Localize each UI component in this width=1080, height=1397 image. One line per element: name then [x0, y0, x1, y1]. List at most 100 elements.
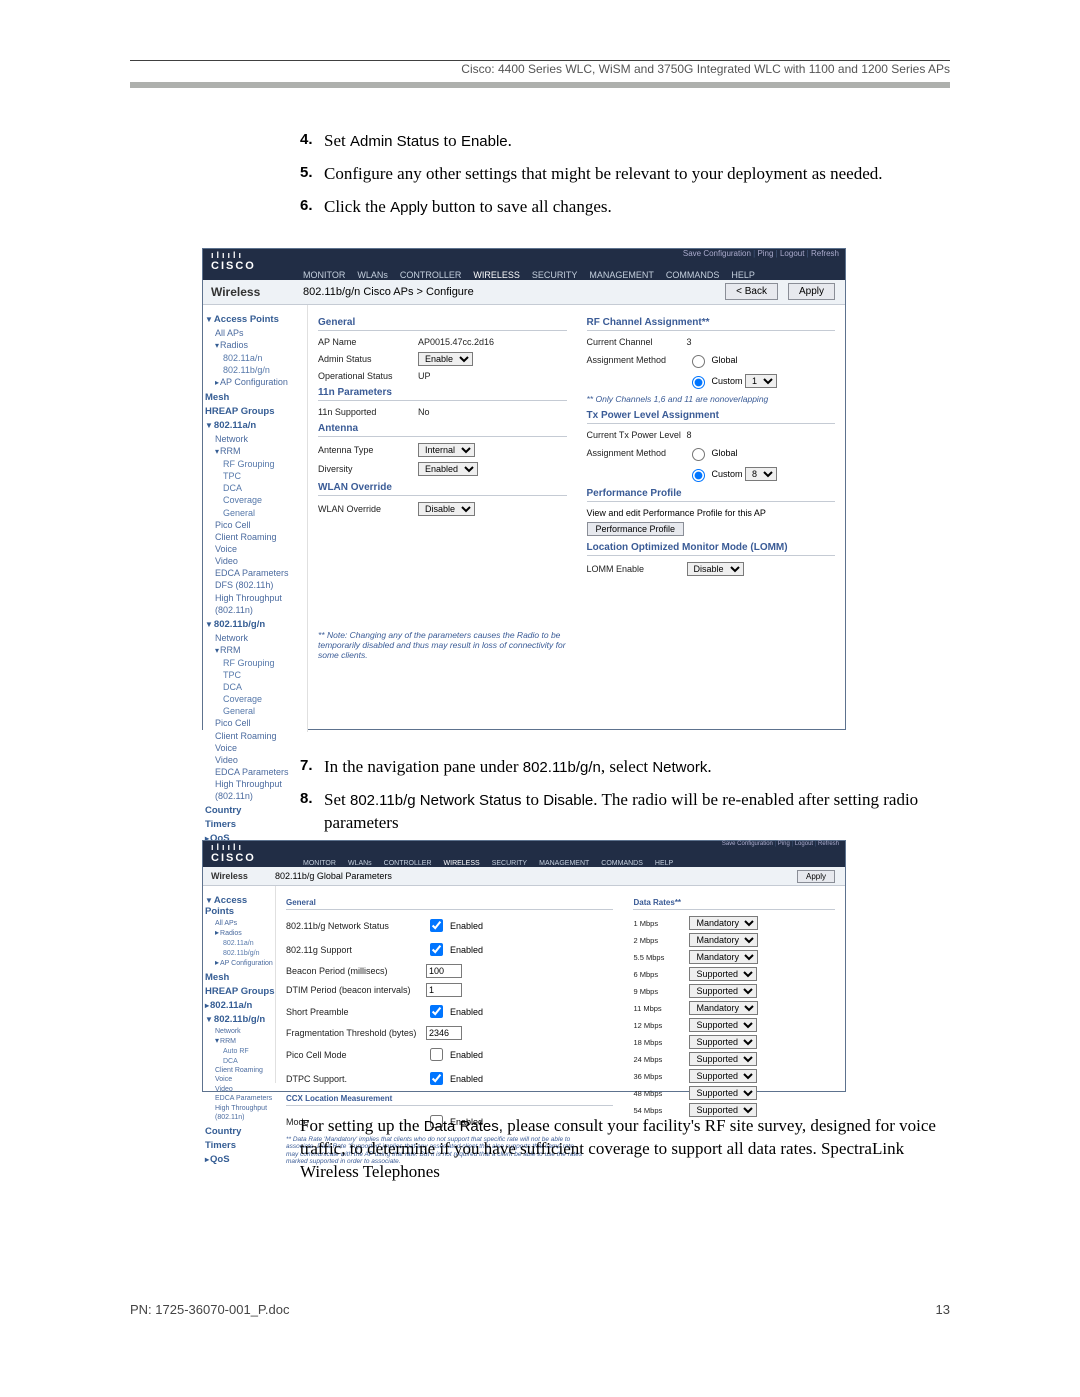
sidebar-radios[interactable]: ▸Radios [215, 928, 275, 939]
sidebar-qos[interactable]: ▸QoS [205, 1154, 275, 1165]
sidebar-tpc2[interactable]: TPC [223, 669, 307, 681]
beacon-input[interactable] [426, 964, 462, 978]
dtpc-checkbox[interactable]: Enabled [426, 1069, 483, 1088]
tx-custom-dropdown[interactable]: 8 [745, 467, 777, 481]
link-saveconfig[interactable]: Save Configuration [722, 841, 773, 847]
shortpre-checkbox[interactable]: Enabled [426, 1002, 483, 1021]
sidebar-access-points[interactable]: ▼Access Points [205, 895, 275, 917]
sidebar-edca[interactable]: EDCA Parameters [215, 567, 307, 579]
menu-management[interactable]: MANAGEMENT [589, 270, 654, 280]
sidebar-general[interactable]: General [223, 507, 307, 519]
menu-monitor[interactable]: MONITOR [303, 860, 336, 867]
menu-controller[interactable]: CONTROLLER [400, 270, 462, 280]
sidebar-network-an[interactable]: Network [215, 433, 307, 445]
sidebar-coverage[interactable]: Coverage [223, 494, 307, 506]
sidebar-voice[interactable]: Voice [215, 543, 307, 555]
apply-button2[interactable]: Apply [797, 870, 835, 883]
sidebar-rrm-an[interactable]: ▾RRM [215, 445, 307, 458]
sidebar-ht[interactable]: High Throughput (802.11n) [215, 592, 307, 616]
sidebar-radios[interactable]: ▾Radios [215, 339, 307, 352]
datarate-dropdown[interactable]: Supported [689, 1086, 757, 1100]
sidebar-clientroaming2[interactable]: Client Roaming [215, 730, 307, 742]
sidebar-rfgrouping2[interactable]: RF Grouping [223, 657, 307, 669]
sidebar-voice[interactable]: Voice [215, 1075, 275, 1084]
sidebar-radio-bgn[interactable]: 802.11b/g/n [223, 364, 307, 376]
gsupport-checkbox[interactable]: Enabled [426, 940, 483, 959]
menu-security[interactable]: SECURITY [492, 860, 527, 867]
sidebar-all-aps[interactable]: All APs [215, 919, 275, 928]
tx-global-radio[interactable]: Global [687, 445, 738, 461]
sidebar-network-bgn[interactable]: Network [215, 1027, 275, 1036]
sidebar-timers[interactable]: Timers [205, 819, 307, 830]
datarate-dropdown[interactable]: Supported [689, 984, 757, 998]
datarate-dropdown[interactable]: Supported [689, 1052, 757, 1066]
apply-button[interactable]: Apply [788, 283, 835, 300]
tx-custom-radio[interactable]: Custom [687, 466, 743, 482]
sidebar-dca2[interactable]: DCA [223, 681, 307, 693]
antennatype-dropdown[interactable]: Internal [418, 443, 475, 457]
diversity-dropdown[interactable]: Enabled [418, 462, 478, 476]
datarate-dropdown[interactable]: Supported [689, 1018, 757, 1032]
sidebar-country[interactable]: Country [205, 805, 307, 816]
menu-wlans[interactable]: WLANs [357, 270, 388, 280]
menu-commands[interactable]: COMMANDS [601, 860, 643, 867]
sidebar-access-points[interactable]: ▼Access Points [205, 314, 307, 325]
sidebar-general2[interactable]: General [223, 705, 307, 717]
link-ping[interactable]: Ping [778, 841, 790, 847]
sidebar-mesh[interactable]: Mesh [205, 392, 307, 403]
sidebar-video2[interactable]: Video [215, 754, 307, 766]
datarate-dropdown[interactable]: Mandatory [689, 1001, 758, 1015]
sidebar-tpc[interactable]: TPC [223, 470, 307, 482]
sidebar-ap-config[interactable]: ▸AP Configuration [215, 376, 307, 389]
link-saveconfig[interactable]: Save Configuration [683, 249, 751, 258]
datarate-dropdown[interactable]: Supported [689, 1069, 757, 1083]
frag-input[interactable] [426, 1026, 462, 1040]
assign-global-radio[interactable]: Global [687, 352, 738, 368]
datarate-dropdown[interactable]: Mandatory [689, 933, 758, 947]
back-button[interactable]: < Back [725, 283, 778, 300]
menu-security[interactable]: SECURITY [532, 270, 578, 280]
sidebar-country[interactable]: Country [205, 1126, 275, 1137]
sidebar-ap-config[interactable]: ▸AP Configuration [215, 958, 275, 969]
sidebar-video[interactable]: Video [215, 555, 307, 567]
menu-wireless[interactable]: WIRELESS [444, 860, 480, 867]
wlanoverride-dropdown[interactable]: Disable [418, 502, 475, 516]
dtim-input[interactable] [426, 983, 462, 997]
sidebar-picocell[interactable]: Pico Cell [215, 519, 307, 531]
sidebar-clientroaming[interactable]: Client Roaming [215, 531, 307, 543]
sidebar-ht[interactable]: High Throughput (802.11n) [215, 1104, 275, 1123]
datarate-dropdown[interactable]: Supported [689, 967, 757, 981]
sidebar-hreap[interactable]: HREAP Groups [205, 406, 307, 417]
sidebar-all-aps[interactable]: All APs [215, 327, 307, 339]
sidebar-rfgrouping[interactable]: RF Grouping [223, 458, 307, 470]
menu-controller[interactable]: CONTROLLER [384, 860, 432, 867]
link-refresh[interactable]: Refresh [818, 841, 839, 847]
menu-wlans[interactable]: WLANs [348, 860, 372, 867]
link-refresh[interactable]: Refresh [811, 249, 839, 258]
link-ping[interactable]: Ping [757, 249, 773, 258]
sidebar-picocell2[interactable]: Pico Cell [215, 717, 307, 729]
sidebar-timers[interactable]: Timers [205, 1140, 275, 1151]
lomm-dropdown[interactable]: Disable [687, 562, 744, 576]
datarate-dropdown[interactable]: Supported [689, 1035, 757, 1049]
sidebar-dca[interactable]: DCA [223, 1057, 275, 1066]
menu-help[interactable]: HELP [731, 270, 755, 280]
sidebar-80211bgn[interactable]: ▼802.11b/g/n [205, 1014, 275, 1025]
menu-help[interactable]: HELP [655, 860, 673, 867]
sidebar-radio-an[interactable]: 802.11a/n [223, 352, 307, 364]
pico-checkbox[interactable]: Enabled [426, 1045, 483, 1064]
sidebar-radio-bgn[interactable]: 802.11b/g/n [223, 949, 275, 958]
sidebar-80211an[interactable]: ▸802.11a/n [205, 1000, 275, 1011]
sidebar-dfs[interactable]: DFS (802.11h) [215, 579, 307, 591]
menu-commands[interactable]: COMMANDS [666, 270, 720, 280]
sidebar-edca[interactable]: EDCA Parameters [215, 1094, 275, 1103]
nwstatus-checkbox[interactable]: Enabled [426, 916, 483, 935]
perfprofile-button[interactable]: Performance Profile [587, 522, 685, 536]
link-logout[interactable]: Logout [795, 841, 813, 847]
link-logout[interactable]: Logout [780, 249, 804, 258]
adminstatus-dropdown[interactable]: Enable [418, 352, 473, 366]
sidebar-80211bgn[interactable]: ▼802.11b/g/n [205, 619, 307, 630]
sidebar-80211an[interactable]: ▼802.11a/n [205, 420, 307, 431]
sidebar-mesh[interactable]: Mesh [205, 972, 275, 983]
sidebar-rrm-bgn[interactable]: ▾RRM [215, 1036, 275, 1047]
